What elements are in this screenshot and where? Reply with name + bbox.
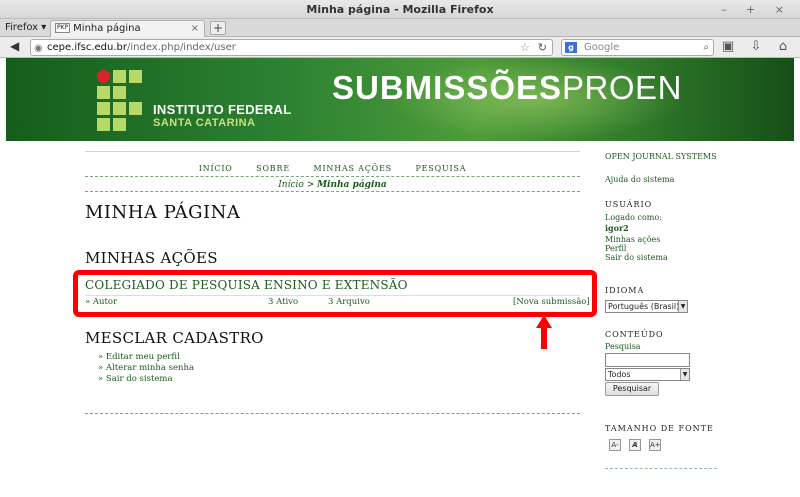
window-title: Minha página - Mozilla Firefox: [306, 3, 494, 16]
help-link[interactable]: Ajuda do sistema: [605, 175, 674, 184]
breadcrumb-divider: [85, 191, 580, 192]
firefox-menu-button[interactable]: Firefox ▾: [5, 20, 46, 36]
footer-divider: [85, 413, 580, 414]
main-nav: INÍCIO SOBRE MINHAS AÇÕES PESQUISA: [85, 161, 580, 174]
site-title-light: PROEN: [562, 69, 682, 106]
ifsc-logo: [97, 70, 145, 131]
logout-link[interactable]: » Sair do sistema: [98, 374, 194, 385]
navigation-toolbar: ◀ ◉ cepe.ifsc.edu.br/index.php/index/use…: [0, 37, 800, 58]
nav-pesquisa[interactable]: PESQUISA: [415, 164, 466, 173]
download-arrow-icon[interactable]: ⇩: [748, 39, 764, 55]
language-select-value: Português (Brasil): [608, 302, 680, 311]
breadcrumb: Início > Minha página: [85, 180, 580, 190]
search-scope-value: Todos: [608, 370, 631, 379]
breadcrumb-current[interactable]: Minha página: [317, 180, 387, 190]
url-host: cepe.ifsc.edu.br: [47, 42, 127, 53]
window-titlebar: Minha página - Mozilla Firefox – + ×: [0, 0, 800, 19]
bookmark-star-icon[interactable]: ☆: [520, 40, 530, 55]
search-placeholder: Google: [584, 42, 620, 53]
font-smaller-button[interactable]: A-: [609, 439, 621, 451]
merge-heading: MESCLAR CADASTRO: [85, 329, 264, 347]
magnifier-icon[interactable]: ⌕: [703, 40, 709, 55]
search-scope-select[interactable]: Todos ▼: [605, 368, 690, 381]
font-size-heading: TAMANHO DE FONTE: [605, 424, 714, 433]
new-tab-button[interactable]: +: [210, 21, 226, 35]
highlight-arrow-icon: [536, 315, 552, 349]
change-password-link[interactable]: » Alterar minha senha: [98, 363, 194, 374]
tab-close-icon[interactable]: ×: [191, 21, 199, 37]
institute-campus: SANTA CATARINA: [153, 117, 256, 129]
logged-as-label: Logado como:: [605, 213, 662, 222]
site-title-bold: SUBMISSÕES: [332, 69, 563, 106]
page-title: MINHA PÁGINA: [85, 202, 241, 223]
breadcrumb-separator: >: [303, 180, 318, 190]
sidebar-search-input[interactable]: [605, 353, 690, 367]
addon-icon[interactable]: ▣: [720, 39, 736, 55]
ojs-link[interactable]: OPEN JOURNAL SYSTEMS: [605, 152, 717, 161]
home-icon[interactable]: ⌂: [775, 39, 791, 55]
font-larger-button[interactable]: A+: [649, 439, 661, 451]
site-title: SUBMISSÕESPROEN: [332, 69, 682, 107]
font-default-button[interactable]: A: [629, 439, 641, 451]
tab-title: Minha página: [73, 23, 141, 34]
institute-name: INSTITUTO FEDERAL: [153, 102, 292, 117]
search-button[interactable]: Pesquisar: [605, 382, 659, 396]
site-banner: INSTITUTO FEDERAL SANTA CATARINA SUBMISS…: [6, 58, 794, 141]
username: igor2: [605, 223, 629, 233]
actions-heading: MINHAS AÇÕES: [85, 249, 218, 267]
nav-inicio[interactable]: INÍCIO: [199, 164, 233, 173]
pkp-favicon-icon: PKP: [55, 23, 71, 33]
edit-profile-link[interactable]: » Editar meu perfil: [98, 352, 194, 363]
tab-minha-pagina[interactable]: PKP Minha página ×: [50, 20, 205, 37]
user-heading: USUÁRIO: [605, 200, 653, 209]
window-controls[interactable]: – + ×: [721, 0, 792, 19]
chevron-down-icon: ▼: [678, 301, 687, 312]
search-label: Pesquisa: [605, 342, 641, 351]
reload-icon[interactable]: ↻: [538, 40, 547, 55]
breadcrumb-home[interactable]: Início: [278, 180, 304, 190]
language-select[interactable]: Português (Brasil) ▼: [605, 300, 688, 313]
language-heading: IDIOMA: [605, 286, 645, 295]
tab-bar: Firefox ▾ PKP Minha página × +: [0, 19, 800, 37]
content-heading: CONTEÚDO: [605, 330, 664, 339]
highlight-box: [73, 270, 597, 317]
chevron-down-icon: ▼: [680, 369, 689, 380]
sidebar-divider: [605, 468, 717, 469]
sidebar-perfil-link[interactable]: Perfil: [605, 244, 626, 253]
nav-divider: [85, 176, 580, 177]
back-arrow-icon[interactable]: ◀: [10, 39, 19, 53]
top-divider: [85, 151, 580, 152]
globe-icon: ◉: [34, 43, 43, 54]
url-path: /index.php/index/user: [127, 42, 236, 53]
sidebar-minhas-acoes-link[interactable]: Minhas ações: [605, 235, 660, 244]
url-bar[interactable]: ◉ cepe.ifsc.edu.br/index.php/index/user …: [30, 39, 553, 56]
sidebar-logout-link[interactable]: Sair do sistema: [605, 253, 668, 262]
account-links: » Editar meu perfil » Alterar minha senh…: [98, 352, 194, 385]
google-icon[interactable]: g: [565, 42, 577, 53]
nav-sobre[interactable]: SOBRE: [256, 164, 290, 173]
search-bar[interactable]: g Google ⌕: [561, 39, 714, 56]
nav-minhas-acoes[interactable]: MINHAS AÇÕES: [313, 164, 392, 173]
